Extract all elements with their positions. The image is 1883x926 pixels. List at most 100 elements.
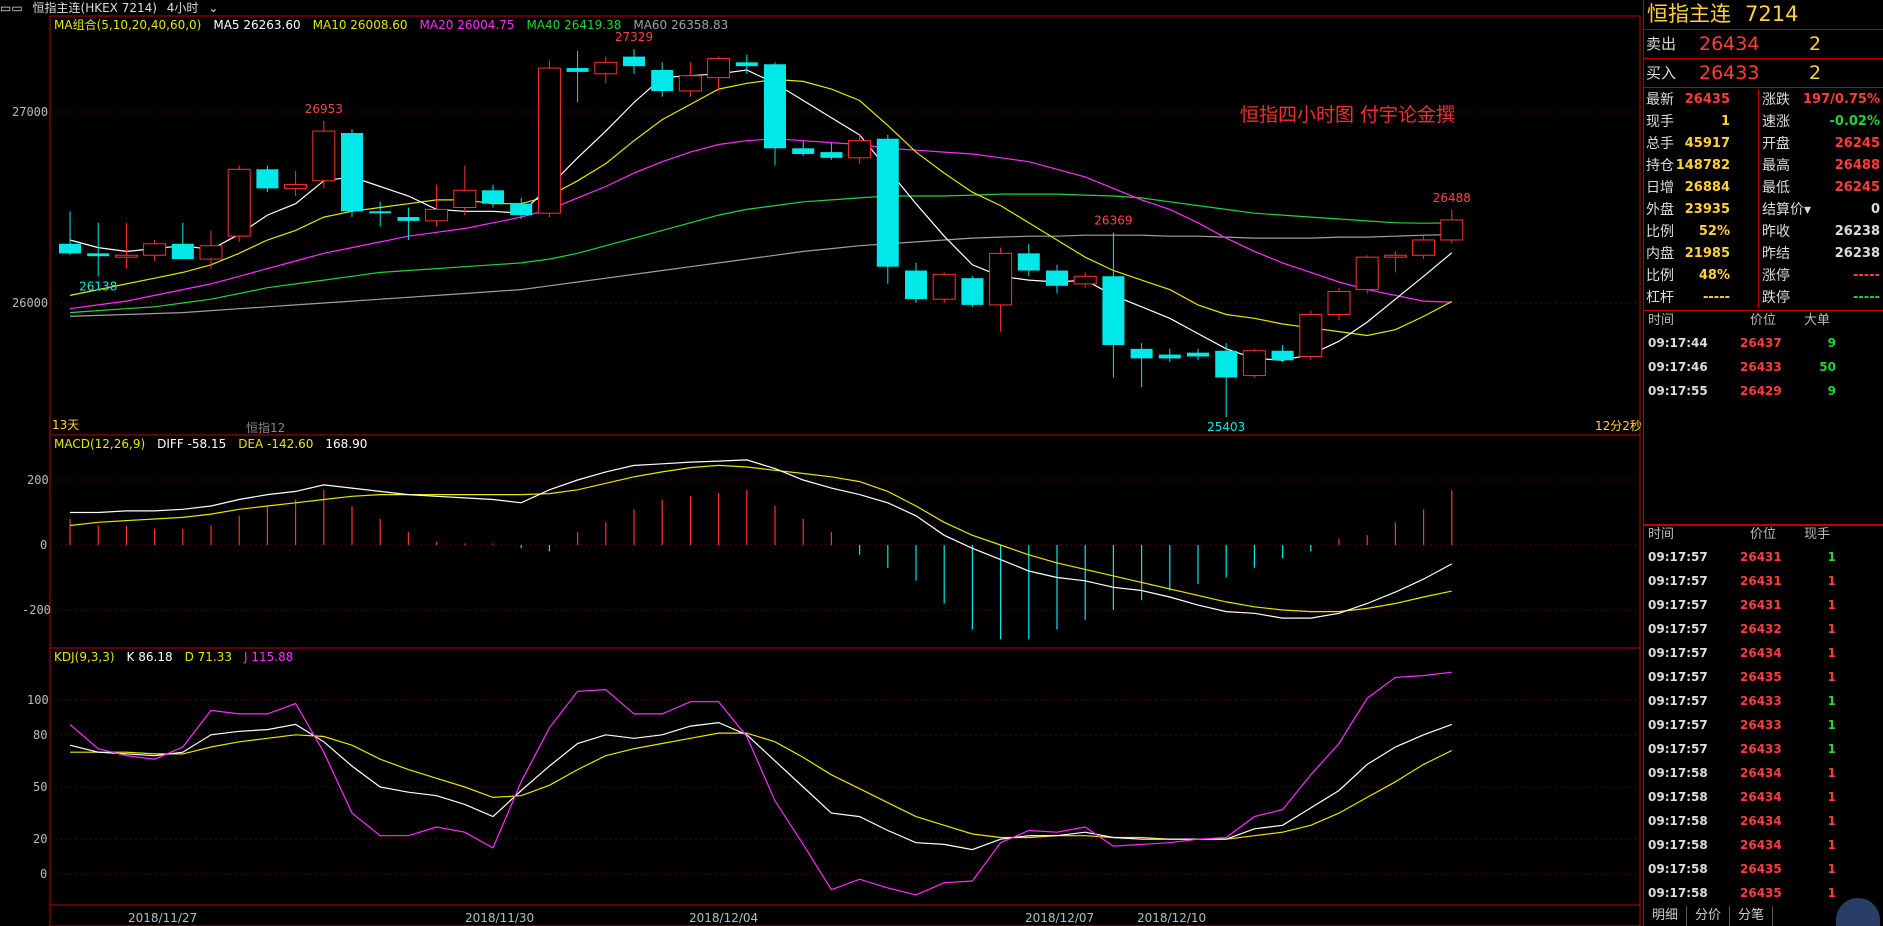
trade-row[interactable]: 09:17:57 26431 1 [1644, 545, 1883, 569]
trade-price: 26434 [1740, 814, 1782, 828]
contract-label: 恒指12 [246, 421, 286, 435]
trade-row[interactable]: 09:17:57 26435 1 [1644, 665, 1883, 689]
stat-value: 26245 [1834, 180, 1880, 195]
candle-body [961, 278, 984, 305]
date-label: 2018/12/10 [1137, 911, 1207, 925]
trade-row[interactable]: 09:17:44 26437 9 [1644, 331, 1883, 355]
candle-body [905, 270, 927, 300]
chart-area[interactable]: 26953 27329 26369 26488 26138 25403 ▭▭ 恒指主连(H… [0, 0, 1643, 926]
trade-row[interactable]: 09:17:57 26434 1 [1644, 641, 1883, 665]
trade-price: 26429 [1740, 384, 1782, 398]
trade-row[interactable]: 09:17:58 26435 1 [1644, 857, 1883, 881]
stat-row: 最新 26435 涨跌 197/0.75% [1644, 89, 1883, 111]
stat-row: 总手 45917 开盘 26245 [1644, 133, 1883, 155]
trade-time: 09:17:57 [1648, 598, 1708, 612]
trade-price: 26434 [1740, 646, 1782, 660]
trade-volume: 1 [1827, 622, 1836, 636]
trade-row[interactable]: 09:17:57 26433 1 [1644, 689, 1883, 713]
trade-row[interactable]: 09:17:58 26434 1 [1644, 833, 1883, 857]
countdown-label: 12分2秒 [1595, 419, 1642, 433]
trade-volume: 1 [1827, 574, 1836, 588]
trade-volume: 1 [1827, 670, 1836, 684]
trade-price: 26432 [1740, 622, 1782, 636]
macd-axis-label: -200 [22, 603, 51, 617]
ask-price: 26434 [1699, 33, 1760, 55]
trade-row[interactable]: 09:17:57 26433 1 [1644, 737, 1883, 761]
stat-value: 23935 [1684, 202, 1730, 217]
period-selector[interactable]: 4小时 [167, 1, 199, 15]
macd-diff-line [70, 459, 1453, 619]
stat-label: 杠杆 [1646, 290, 1674, 306]
trade-row[interactable]: 09:17:58 26434 1 [1644, 785, 1883, 809]
candle-body [1412, 239, 1436, 256]
trade-price: 26431 [1740, 598, 1782, 612]
ask-row[interactable]: 卖出 26434 2 [1644, 30, 1883, 59]
trade-row[interactable]: 09:17:55 26429 9 [1644, 379, 1883, 403]
ask-volume: 2 [1809, 33, 1822, 55]
kdj-j-line [69, 671, 1452, 896]
window-icon: ▭▭ [0, 1, 23, 15]
header-price: 价位 [1750, 313, 1777, 328]
tab-details[interactable]: 明细 [1644, 906, 1688, 926]
tick-list[interactable]: 时间 价位 现手 09:17:57 26431 1 09:17:57 26431 … [1644, 524, 1883, 905]
candle-body [1046, 270, 1068, 286]
stat-label: 内盘 [1646, 246, 1674, 262]
candle-body [1242, 350, 1266, 377]
stat-label: 跌停 [1762, 290, 1790, 306]
trade-row[interactable]: 09:17:58 26434 1 [1644, 809, 1883, 833]
stat-value: ----- [1703, 290, 1730, 305]
trade-price: 26435 [1740, 886, 1782, 900]
trade-volume: 50 [1819, 360, 1836, 374]
tab-trades[interactable]: 分笔 [1730, 906, 1774, 926]
trade-price: 26433 [1740, 742, 1782, 756]
trade-time: 09:17:58 [1648, 790, 1708, 804]
stat-row: 比例 52% 昨收 26238 [1644, 221, 1883, 243]
candle-body [369, 211, 392, 214]
ma40-line [69, 193, 1452, 314]
trade-row[interactable]: 09:17:57 26433 1 [1644, 713, 1883, 737]
trade-time: 09:17:57 [1648, 718, 1708, 732]
bid-row[interactable]: 买入 26433 2 [1644, 59, 1883, 88]
trade-row[interactable]: 09:17:57 26431 1 [1644, 569, 1883, 593]
chevron-down-icon[interactable]: ⌄ [208, 1, 218, 15]
price-extreme-label: 26953 [305, 102, 343, 116]
tab-price-distribution[interactable]: 分价 [1687, 906, 1731, 926]
stat-row: 杠杆 ----- 跌停 ----- [1644, 287, 1883, 309]
header-price: 价位 [1750, 527, 1777, 542]
candle-body [1017, 253, 1040, 271]
trade-row[interactable]: 09:17:57 26432 1 [1644, 617, 1883, 641]
trade-row[interactable]: 09:17:57 26431 1 [1644, 593, 1883, 617]
kdj-k-line [69, 721, 1453, 851]
header-time: 时间 [1648, 527, 1675, 542]
stat-label: 涨停 [1762, 268, 1790, 284]
trade-time: 09:17:58 [1648, 766, 1708, 780]
legend-item[interactable]: MA组合(5,10,20,40,60,0) [54, 18, 201, 32]
stat-label: 比例 [1646, 224, 1674, 240]
trade-time: 09:17:58 [1648, 886, 1708, 900]
legend-item[interactable]: MACD(12,26,9) [54, 437, 145, 451]
candle-body [792, 148, 815, 155]
candle-body [341, 133, 363, 212]
candle-body [1158, 354, 1181, 359]
kline-chart[interactable]: 269532732926369264882613825403 [0, 0, 1643, 926]
macd-axis-label: 200 [27, 473, 49, 487]
stat-value: 197/0.75% [1803, 92, 1880, 107]
trade-volume: 1 [1827, 742, 1836, 756]
candle-body [1102, 276, 1125, 346]
legend-item: MA10 26008.60 [312, 18, 408, 32]
trade-volume: 1 [1827, 598, 1836, 612]
kdj-axis-label: 20 [33, 832, 48, 846]
trade-time: 09:17:55 [1648, 384, 1708, 398]
trade-volume: 1 [1827, 646, 1836, 660]
trade-row[interactable]: 09:17:46 26433 50 [1644, 355, 1883, 379]
legend-item: J 115.88 [244, 650, 294, 664]
trade-volume: 1 [1827, 766, 1836, 780]
legend-item[interactable]: KDJ(9,3,3) [54, 650, 115, 664]
candle-body [764, 64, 786, 149]
trade-time: 09:17:46 [1648, 360, 1708, 374]
trade-row[interactable]: 09:17:58 26434 1 [1644, 761, 1883, 785]
candle-body [623, 56, 645, 67]
trade-volume: 1 [1827, 862, 1836, 876]
candle-body [566, 68, 589, 72]
macd-dea-line [69, 464, 1452, 613]
